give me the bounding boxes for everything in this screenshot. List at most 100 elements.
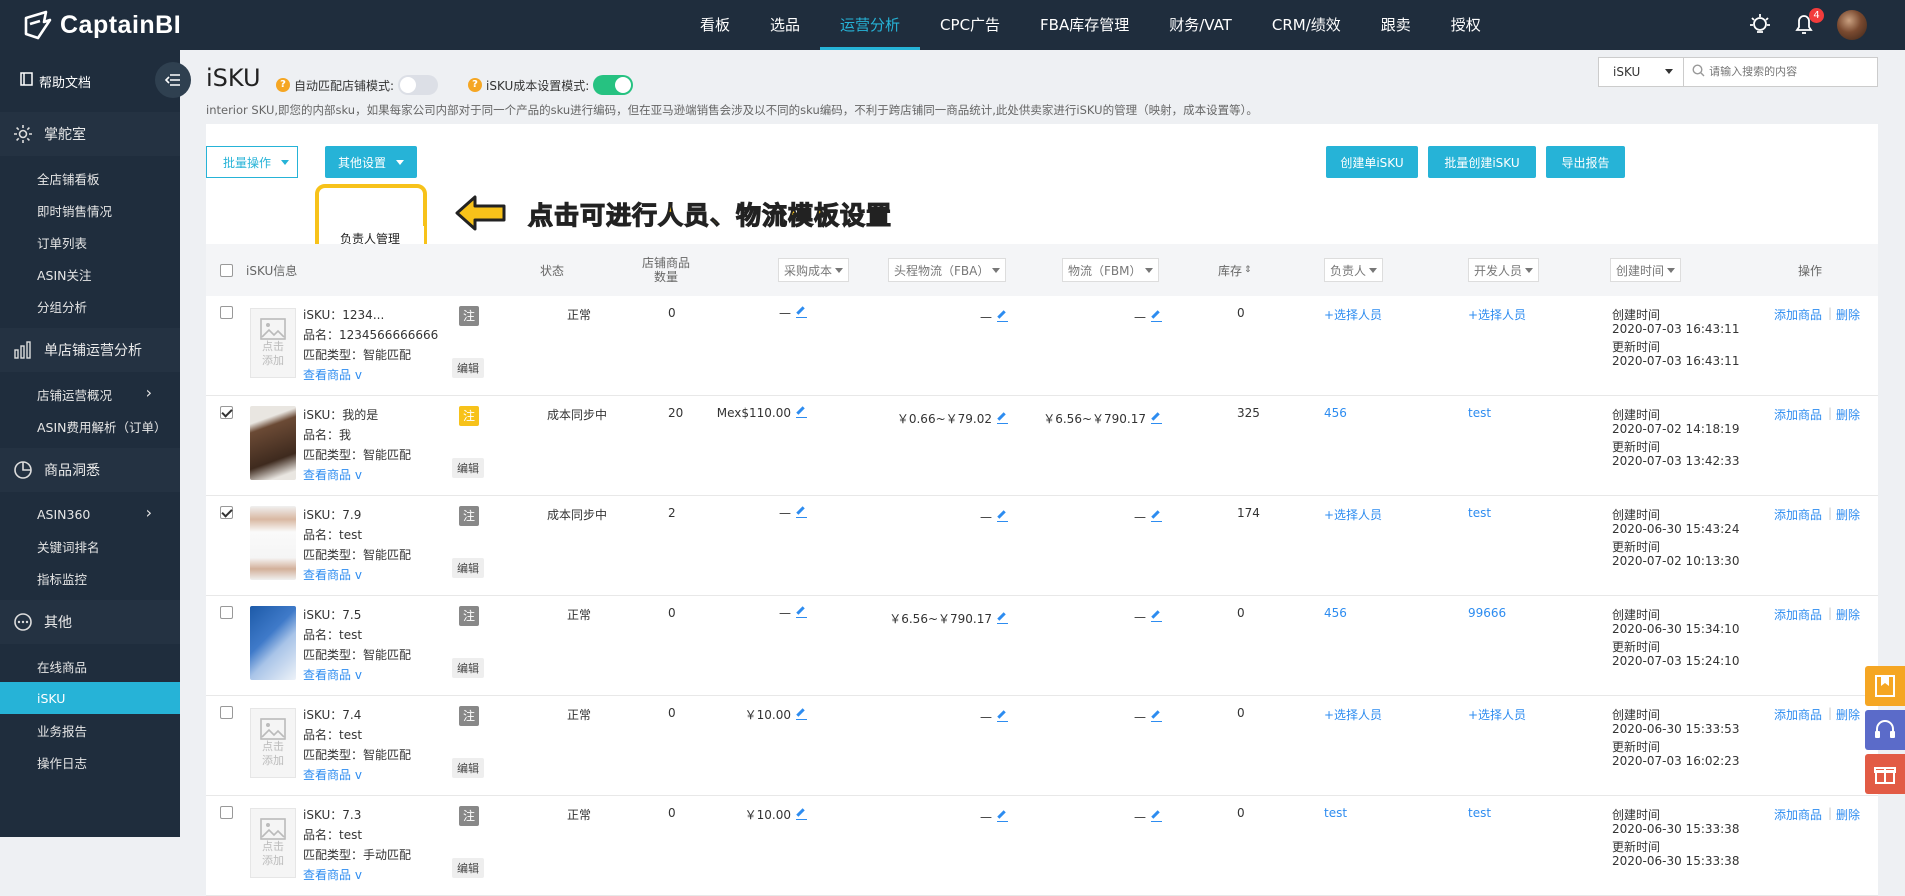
sidebar-item[interactable]: iSKU [0,682,180,714]
owner-link[interactable]: 456 [1324,606,1347,620]
fbm-cost[interactable]: — [1134,310,1162,324]
purchase-cost[interactable]: ￥10.00 [745,806,807,823]
sidebar-section[interactable]: 其他 [0,600,180,644]
nav-item[interactable]: 运营分析 [820,0,921,50]
other-settings-button[interactable]: 其他设置 [325,146,417,178]
nav-item[interactable]: 选品 [750,0,820,50]
edit-pen-icon[interactable] [997,711,1008,722]
nav-item[interactable]: CPC广告 [920,0,1020,50]
edit-pen-icon[interactable] [796,607,807,618]
edit-pen-icon[interactable] [1151,413,1162,424]
purchase-cost[interactable]: — [779,506,807,520]
fbm-cost[interactable]: — [1134,710,1162,724]
owner-link[interactable]: +选择人员 [1324,706,1382,723]
add-product-link[interactable]: 添加商品 [1774,506,1822,523]
sidebar-section[interactable]: 掌舵室 [0,112,180,156]
sidebar-item[interactable]: ASIN费用解析（订单） [0,410,180,442]
nav-item[interactable]: 跟卖 [1361,0,1431,50]
col-dev-filter[interactable]: 开发人员 [1468,258,1540,282]
delete-link[interactable]: 删除 [1836,606,1860,623]
add-product-link[interactable]: 添加商品 [1774,706,1822,723]
select-all-checkbox[interactable] [220,263,233,277]
edit-button[interactable]: 编辑 [452,758,484,778]
developer-link[interactable]: +选择人员 [1468,306,1526,323]
edit-pen-icon[interactable] [997,811,1008,822]
lightbulb-icon[interactable] [1749,12,1771,39]
col-stock[interactable]: 库存 ⇕ [1218,244,1252,296]
developer-link[interactable]: 99666 [1468,606,1506,620]
note-icon[interactable]: 注 [459,406,479,426]
sidebar-item[interactable]: 全店铺看板 [0,162,180,194]
sidebar-item[interactable]: 业务报告 [0,714,180,746]
purchase-cost[interactable]: — [779,306,807,320]
fbm-cost[interactable]: — [1134,510,1162,524]
fba-cost[interactable]: ￥6.56~￥790.17 [889,610,1008,627]
note-icon[interactable]: 注 [459,706,479,726]
search-type-select[interactable]: iSKU [1599,58,1685,86]
customer-service-icon[interactable] [1865,710,1905,750]
product-image[interactable] [250,606,296,680]
nav-item[interactable]: 看板 [680,0,750,50]
product-image[interactable] [250,406,296,480]
nav-item[interactable]: 财务/VAT [1149,0,1252,50]
view-products-link[interactable]: 查看商品 v [303,866,362,883]
delete-link[interactable]: 删除 [1836,406,1860,423]
view-products-link[interactable]: 查看商品 v [303,566,362,583]
sidebar-item[interactable]: 关键词排名 [0,530,180,562]
add-product-link[interactable]: 添加商品 [1774,306,1822,323]
fba-cost[interactable]: — [980,510,1008,524]
col-cost-filter[interactable]: 采购成本 [778,258,850,282]
edit-pen-icon[interactable] [796,709,807,720]
row-checkbox[interactable] [220,806,233,819]
create-isku-button[interactable]: 创建单iSKU [1326,146,1418,178]
edit-pen-icon[interactable] [796,407,807,418]
edit-pen-icon[interactable] [997,511,1008,522]
nav-item[interactable]: 授权 [1431,0,1501,50]
edit-pen-icon[interactable] [796,507,807,518]
add-product-link[interactable]: 添加商品 [1774,806,1822,823]
fbm-cost[interactable]: — [1134,610,1162,624]
image-placeholder[interactable]: 点击 添加 [250,708,296,778]
notification-bell-icon[interactable]: 4 [1793,8,1824,38]
user-avatar[interactable] [1837,10,1867,40]
col-fba-filter[interactable]: 头程物流（FBA） [888,258,1007,282]
sidebar-item[interactable]: 指标监控 [0,562,180,594]
col-store-goods[interactable]: 店铺商品数量 [641,244,691,296]
owner-link[interactable]: test [1324,806,1347,820]
fba-cost[interactable]: — [980,310,1008,324]
edit-pen-icon[interactable] [997,311,1008,322]
sidebar-item[interactable]: 分组分析 [0,290,180,322]
row-checkbox[interactable] [220,506,233,519]
owner-link[interactable]: 456 [1324,406,1347,420]
bookmark-icon[interactable] [1865,666,1905,706]
edit-button[interactable]: 编辑 [452,658,484,678]
developer-link[interactable]: +选择人员 [1468,706,1526,723]
sidebar-item[interactable]: 店铺运营概况 › [0,378,180,410]
sidebar-section[interactable]: 单店铺运营分析 [0,328,180,372]
purchase-cost[interactable]: Mex$110.00 [717,406,807,420]
edit-button[interactable]: 编辑 [452,358,484,378]
col-fbm-filter[interactable]: 物流（FBM） [1062,258,1159,282]
product-image[interactable] [250,506,296,580]
row-checkbox[interactable] [220,706,233,719]
export-report-button[interactable]: 导出报告 [1546,146,1625,178]
fba-cost[interactable]: ￥0.66~￥79.02 [897,410,1008,427]
image-placeholder[interactable]: 点击 添加 [250,808,296,878]
owner-link[interactable]: +选择人员 [1324,506,1382,523]
developer-link[interactable]: test [1468,406,1491,420]
col-owner-filter[interactable]: 负责人 [1324,258,1384,282]
delete-link[interactable]: 删除 [1836,806,1860,823]
help-icon[interactable]: ? [468,78,482,92]
sidebar-item[interactable]: 订单列表 [0,226,180,258]
sidebar-item[interactable]: 在线商品 [0,650,180,682]
add-product-link[interactable]: 添加商品 [1774,606,1822,623]
image-placeholder[interactable]: 点击 添加 [250,308,296,378]
edit-button[interactable]: 编辑 [452,458,484,478]
edit-pen-icon[interactable] [796,809,807,820]
nav-item[interactable]: CRM/绩效 [1252,0,1361,50]
purchase-cost[interactable]: — [779,606,807,620]
edit-pen-icon[interactable] [1151,811,1162,822]
fbm-cost[interactable]: — [1134,810,1162,824]
note-icon[interactable]: 注 [459,606,479,626]
note-icon[interactable]: 注 [459,506,479,526]
